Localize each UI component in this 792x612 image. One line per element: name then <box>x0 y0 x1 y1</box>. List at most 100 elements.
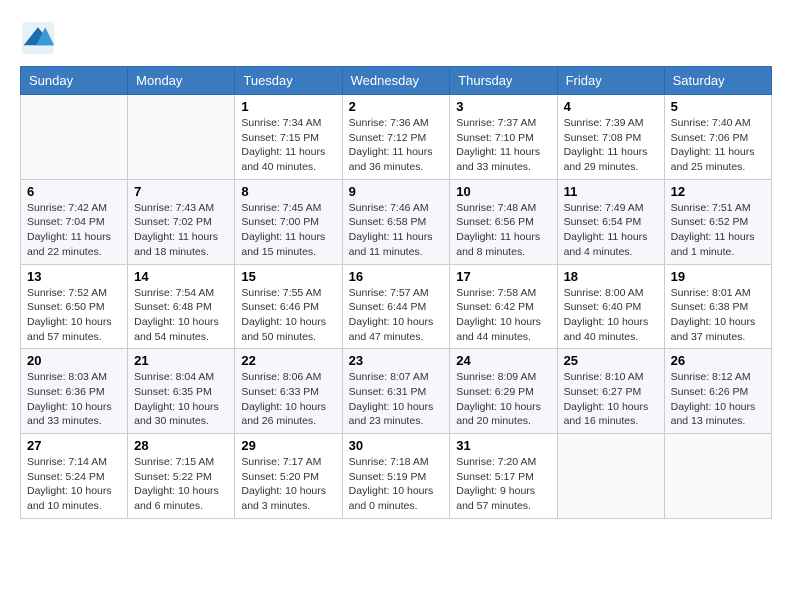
calendar-cell: 2 Sunrise: 7:36 AMSunset: 7:12 PMDaylight… <box>342 95 450 180</box>
calendar-cell: 19 Sunrise: 8:01 AMSunset: 6:38 PMDayligh… <box>664 264 771 349</box>
day-number: 21 <box>134 353 228 368</box>
weekday-header: Monday <box>128 67 235 95</box>
calendar-cell <box>128 95 235 180</box>
day-info: Sunrise: 7:34 AMSunset: 7:15 PMDaylight:… <box>241 116 335 175</box>
day-info: Sunrise: 8:12 AMSunset: 6:26 PMDaylight:… <box>671 370 765 429</box>
day-number: 8 <box>241 184 335 199</box>
day-info: Sunrise: 7:37 AMSunset: 7:10 PMDaylight:… <box>456 116 550 175</box>
calendar-cell: 8 Sunrise: 7:45 AMSunset: 7:00 PMDaylight… <box>235 179 342 264</box>
calendar-cell: 15 Sunrise: 7:55 AMSunset: 6:46 PMDayligh… <box>235 264 342 349</box>
day-info: Sunrise: 7:40 AMSunset: 7:06 PMDaylight:… <box>671 116 765 175</box>
weekday-header: Wednesday <box>342 67 450 95</box>
day-info: Sunrise: 7:55 AMSunset: 6:46 PMDaylight:… <box>241 286 335 345</box>
day-number: 6 <box>27 184 121 199</box>
day-number: 17 <box>456 269 550 284</box>
calendar-cell: 28 Sunrise: 7:15 AMSunset: 5:22 PMDayligh… <box>128 434 235 519</box>
weekday-header: Thursday <box>450 67 557 95</box>
calendar-table: SundayMondayTuesdayWednesdayThursdayFrid… <box>20 66 772 519</box>
day-info: Sunrise: 7:20 AMSunset: 5:17 PMDaylight:… <box>456 455 550 514</box>
day-info: Sunrise: 8:01 AMSunset: 6:38 PMDaylight:… <box>671 286 765 345</box>
day-number: 14 <box>134 269 228 284</box>
page-header <box>20 20 772 56</box>
day-number: 2 <box>349 99 444 114</box>
calendar-cell: 10 Sunrise: 7:48 AMSunset: 6:56 PMDayligh… <box>450 179 557 264</box>
calendar-cell: 17 Sunrise: 7:58 AMSunset: 6:42 PMDayligh… <box>450 264 557 349</box>
logo-icon <box>20 20 56 56</box>
day-info: Sunrise: 8:10 AMSunset: 6:27 PMDaylight:… <box>564 370 658 429</box>
calendar-cell: 31 Sunrise: 7:20 AMSunset: 5:17 PMDayligh… <box>450 434 557 519</box>
day-number: 27 <box>27 438 121 453</box>
calendar-cell: 1 Sunrise: 7:34 AMSunset: 7:15 PMDaylight… <box>235 95 342 180</box>
day-info: Sunrise: 7:42 AMSunset: 7:04 PMDaylight:… <box>27 201 121 260</box>
day-number: 7 <box>134 184 228 199</box>
day-number: 19 <box>671 269 765 284</box>
logo <box>20 20 62 56</box>
weekday-header: Sunday <box>21 67 128 95</box>
day-info: Sunrise: 8:00 AMSunset: 6:40 PMDaylight:… <box>564 286 658 345</box>
calendar-cell: 7 Sunrise: 7:43 AMSunset: 7:02 PMDaylight… <box>128 179 235 264</box>
day-info: Sunrise: 7:48 AMSunset: 6:56 PMDaylight:… <box>456 201 550 260</box>
day-info: Sunrise: 7:45 AMSunset: 7:00 PMDaylight:… <box>241 201 335 260</box>
day-info: Sunrise: 7:39 AMSunset: 7:08 PMDaylight:… <box>564 116 658 175</box>
day-number: 25 <box>564 353 658 368</box>
calendar-cell: 23 Sunrise: 8:07 AMSunset: 6:31 PMDayligh… <box>342 349 450 434</box>
calendar-cell: 12Sunrise: 7:51 AMSunset: 6:52 PMDayligh… <box>664 179 771 264</box>
day-number: 30 <box>349 438 444 453</box>
day-info: Sunrise: 7:15 AMSunset: 5:22 PMDaylight:… <box>134 455 228 514</box>
calendar-cell: 4 Sunrise: 7:39 AMSunset: 7:08 PMDaylight… <box>557 95 664 180</box>
calendar-cell: 5 Sunrise: 7:40 AMSunset: 7:06 PMDaylight… <box>664 95 771 180</box>
calendar-cell: 22Sunrise: 8:06 AMSunset: 6:33 PMDayligh… <box>235 349 342 434</box>
day-info: Sunrise: 7:36 AMSunset: 7:12 PMDaylight:… <box>349 116 444 175</box>
day-info: Sunrise: 8:07 AMSunset: 6:31 PMDaylight:… <box>349 370 444 429</box>
calendar-cell: 6 Sunrise: 7:42 AMSunset: 7:04 PMDaylight… <box>21 179 128 264</box>
calendar-cell: 13 Sunrise: 7:52 AMSunset: 6:50 PMDayligh… <box>21 264 128 349</box>
calendar-cell: 9 Sunrise: 7:46 AMSunset: 6:58 PMDaylight… <box>342 179 450 264</box>
day-number: 23 <box>349 353 444 368</box>
calendar-cell <box>557 434 664 519</box>
day-info: Sunrise: 8:06 AMSunset: 6:33 PMDaylight:… <box>241 370 335 429</box>
calendar-cell <box>664 434 771 519</box>
day-number: 5 <box>671 99 765 114</box>
day-info: Sunrise: 7:52 AMSunset: 6:50 PMDaylight:… <box>27 286 121 345</box>
calendar-cell: 16Sunrise: 7:57 AMSunset: 6:44 PMDayligh… <box>342 264 450 349</box>
day-number: 11 <box>564 184 658 199</box>
day-number: 18 <box>564 269 658 284</box>
day-info: Sunrise: 8:03 AMSunset: 6:36 PMDaylight:… <box>27 370 121 429</box>
calendar-cell: 29Sunrise: 7:17 AMSunset: 5:20 PMDayligh… <box>235 434 342 519</box>
calendar-cell: 30Sunrise: 7:18 AMSunset: 5:19 PMDayligh… <box>342 434 450 519</box>
day-number: 20 <box>27 353 121 368</box>
day-number: 1 <box>241 99 335 114</box>
day-info: Sunrise: 7:46 AMSunset: 6:58 PMDaylight:… <box>349 201 444 260</box>
day-number: 9 <box>349 184 444 199</box>
day-info: Sunrise: 7:58 AMSunset: 6:42 PMDaylight:… <box>456 286 550 345</box>
calendar-cell: 27 Sunrise: 7:14 AMSunset: 5:24 PMDayligh… <box>21 434 128 519</box>
day-info: Sunrise: 7:57 AMSunset: 6:44 PMDaylight:… <box>349 286 444 345</box>
calendar-cell: 11 Sunrise: 7:49 AMSunset: 6:54 PMDayligh… <box>557 179 664 264</box>
day-info: Sunrise: 7:14 AMSunset: 5:24 PMDaylight:… <box>27 455 121 514</box>
weekday-header: Saturday <box>664 67 771 95</box>
calendar-cell: 24 Sunrise: 8:09 AMSunset: 6:29 PMDayligh… <box>450 349 557 434</box>
day-info: Sunrise: 7:17 AMSunset: 5:20 PMDaylight:… <box>241 455 335 514</box>
day-number: 28 <box>134 438 228 453</box>
day-number: 24 <box>456 353 550 368</box>
day-number: 26 <box>671 353 765 368</box>
weekday-header: Tuesday <box>235 67 342 95</box>
calendar-cell: 26 Sunrise: 8:12 AMSunset: 6:26 PMDayligh… <box>664 349 771 434</box>
weekday-header: Friday <box>557 67 664 95</box>
day-number: 31 <box>456 438 550 453</box>
day-number: 3 <box>456 99 550 114</box>
day-info: Sunrise: 7:43 AMSunset: 7:02 PMDaylight:… <box>134 201 228 260</box>
day-number: 10 <box>456 184 550 199</box>
day-number: 13 <box>27 269 121 284</box>
day-info: Sunrise: 7:54 AMSunset: 6:48 PMDaylight:… <box>134 286 228 345</box>
day-number: 15 <box>241 269 335 284</box>
calendar-cell: 20 Sunrise: 8:03 AMSunset: 6:36 PMDayligh… <box>21 349 128 434</box>
day-number: 4 <box>564 99 658 114</box>
calendar-cell: 14 Sunrise: 7:54 AMSunset: 6:48 PMDayligh… <box>128 264 235 349</box>
day-info: Sunrise: 8:04 AMSunset: 6:35 PMDaylight:… <box>134 370 228 429</box>
calendar-cell: 3 Sunrise: 7:37 AMSunset: 7:10 PMDaylight… <box>450 95 557 180</box>
calendar-cell: 18 Sunrise: 8:00 AMSunset: 6:40 PMDayligh… <box>557 264 664 349</box>
day-number: 12 <box>671 184 765 199</box>
day-info: Sunrise: 8:09 AMSunset: 6:29 PMDaylight:… <box>456 370 550 429</box>
day-info: Sunrise: 7:49 AMSunset: 6:54 PMDaylight:… <box>564 201 658 260</box>
